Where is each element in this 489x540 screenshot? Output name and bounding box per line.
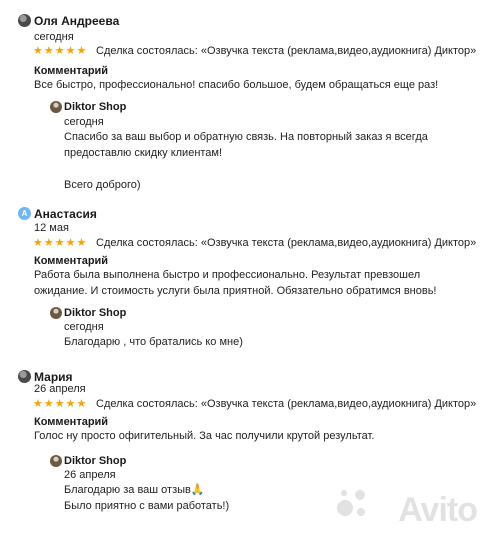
seller-avatar[interactable] bbox=[50, 307, 62, 319]
seller-avatar[interactable] bbox=[50, 101, 62, 113]
author-name[interactable]: Оля Андреева bbox=[34, 14, 119, 29]
comment-text: Голос ну просто офигительный. За час пол… bbox=[34, 430, 375, 442]
reply-date: сегодня bbox=[64, 116, 104, 128]
watermark-text: Avito bbox=[398, 491, 478, 529]
author-name[interactable]: Анастасия bbox=[34, 207, 97, 222]
comment-label: Комментарий bbox=[34, 255, 109, 267]
review-date: 12 мая bbox=[34, 222, 69, 234]
review-date: сегодня bbox=[34, 31, 74, 43]
reply-date: сегодня bbox=[64, 321, 104, 333]
reply-date: 26 апреля bbox=[64, 469, 116, 481]
comment-label: Комментарий bbox=[34, 65, 109, 77]
comment-text: Все быстро, профессионально! спасибо бол… bbox=[34, 79, 439, 91]
review-date: 26 апреля bbox=[34, 383, 86, 395]
author-avatar[interactable] bbox=[18, 14, 31, 27]
deal-info: Сделка состоялась: «Озвучка текста (рекл… bbox=[96, 45, 477, 57]
reply-text: Спасибо за ваш выбор и обратную связь. Н… bbox=[64, 131, 428, 191]
reply-text: Благодарю , что братались ко мне) bbox=[64, 336, 243, 348]
author-avatar[interactable] bbox=[18, 370, 31, 383]
seller-name[interactable]: Diktor Shop bbox=[64, 100, 126, 114]
deal-info: Сделка состоялась: «Озвучка текста (рекл… bbox=[96, 237, 477, 249]
author-avatar[interactable]: А bbox=[18, 207, 31, 220]
seller-avatar[interactable] bbox=[50, 455, 62, 467]
rating-stars: ★★★★★ bbox=[33, 45, 88, 57]
seller-name[interactable]: Diktor Shop bbox=[64, 454, 126, 468]
rating-stars: ★★★★★ bbox=[33, 237, 88, 249]
comment-label: Комментарий bbox=[34, 416, 109, 428]
rating-stars: ★★★★★ bbox=[33, 398, 88, 410]
seller-name[interactable]: Diktor Shop bbox=[64, 306, 126, 320]
watermark-logo-icon bbox=[335, 486, 371, 522]
comment-text: Работа была выполнена быстро и профессио… bbox=[34, 269, 437, 297]
deal-info: Сделка состоялась: «Озвучка текста (рекл… bbox=[96, 398, 477, 410]
